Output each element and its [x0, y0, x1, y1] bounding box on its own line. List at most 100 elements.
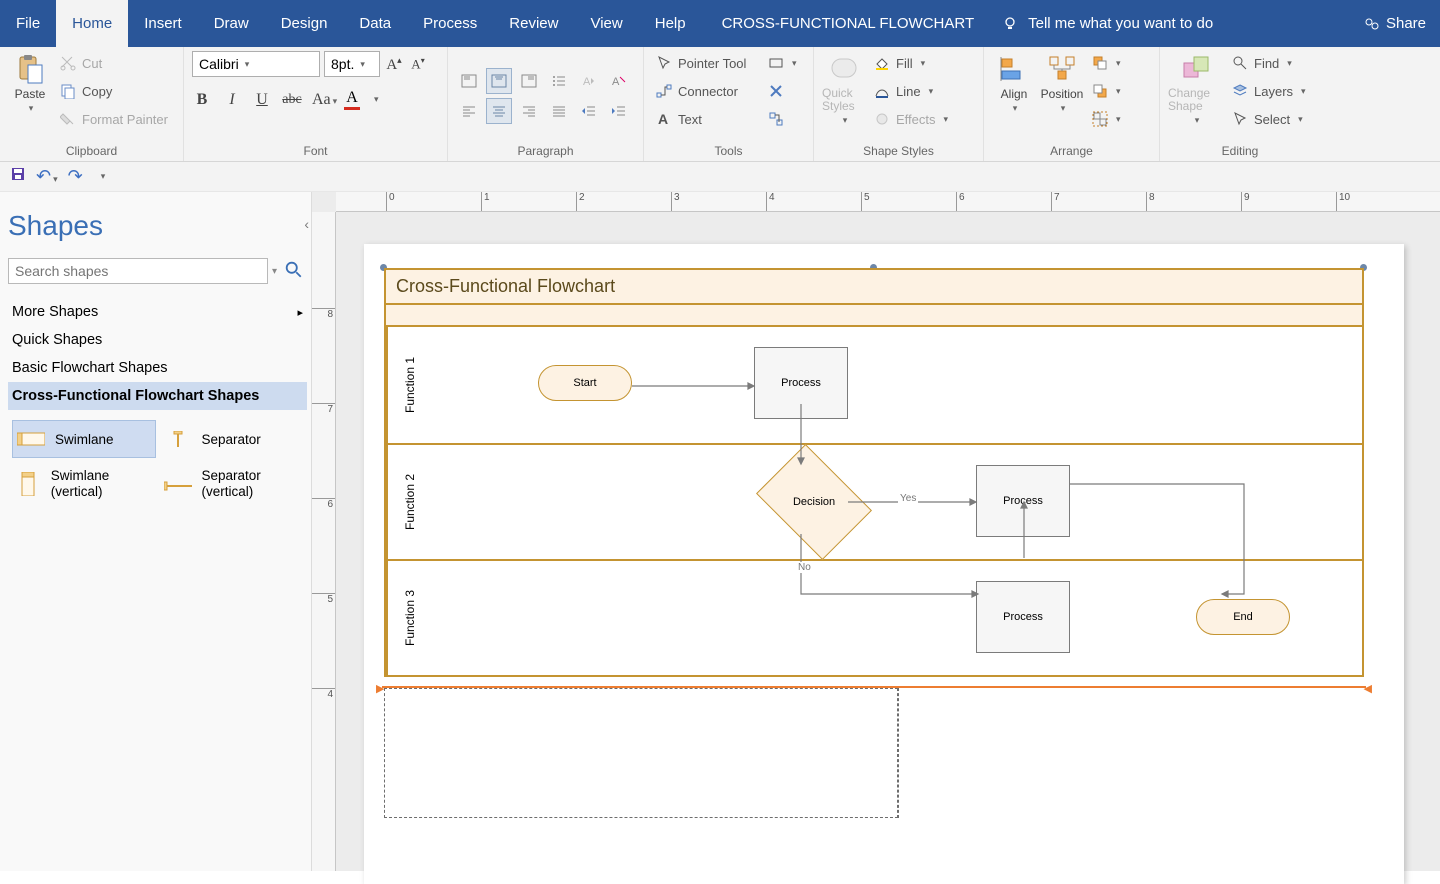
tab-insert[interactable]: Insert — [128, 0, 198, 47]
tab-design[interactable]: Design — [265, 0, 344, 47]
stencil-label: Swimlane (vertical) — [51, 468, 152, 500]
tab-process[interactable]: Process — [407, 0, 493, 47]
connector-tool-button[interactable]: Connector — [652, 79, 760, 103]
copy-button[interactable]: Copy — [56, 79, 172, 103]
text-label: Text — [678, 112, 702, 127]
align-button[interactable]: Align▾ — [992, 51, 1036, 114]
basic-flowchart-item[interactable]: Basic Flowchart Shapes — [8, 354, 307, 382]
cut-button[interactable]: Cut — [56, 51, 172, 75]
italic-button[interactable]: I — [222, 91, 242, 109]
bring-front-button[interactable]: ▾ — [1088, 51, 1125, 75]
inc-indent-button[interactable] — [606, 98, 632, 124]
save-button[interactable] — [10, 166, 26, 187]
undo-button[interactable]: ↶▾ — [36, 166, 58, 187]
search-icon — [1232, 55, 1248, 71]
text-tool-button[interactable]: A Text — [652, 107, 760, 131]
group-icon — [1092, 111, 1108, 127]
tab-view[interactable]: View — [574, 0, 638, 47]
chevron-down-icon: ▾ — [792, 58, 797, 69]
tab-review[interactable]: Review — [493, 0, 574, 47]
share-icon — [1364, 16, 1380, 32]
text-icon: A — [656, 111, 672, 127]
change-shape-label: Change Shape — [1168, 87, 1224, 113]
line-button[interactable]: Line▾ — [870, 79, 952, 103]
tell-me-input[interactable]: Tell me what you want to do — [1028, 15, 1213, 32]
send-back-button[interactable]: ▾ — [1088, 79, 1125, 103]
group-font: Calibri▾ 8pt.▾ A▴ A▾ B I U abc Aa▾ A▾ Fo… — [184, 47, 448, 161]
align-center-button[interactable] — [486, 98, 512, 124]
share-button[interactable]: Share — [1364, 15, 1426, 32]
rect-icon — [768, 55, 784, 71]
clear-button[interactable]: A — [606, 68, 632, 94]
group-button[interactable]: ▾ — [1088, 107, 1125, 131]
search-shapes-input[interactable] — [8, 258, 268, 284]
paste-label: Paste — [15, 87, 46, 101]
stencil-separator-v[interactable]: Separator (vertical) — [160, 462, 304, 506]
justify-button[interactable] — [546, 98, 572, 124]
redo-button[interactable]: ↷ — [68, 166, 83, 187]
bullets-button[interactable] — [546, 68, 572, 94]
align-right-button[interactable] — [516, 98, 542, 124]
underline-button[interactable]: U — [252, 91, 272, 109]
freeform-tool-button[interactable] — [764, 107, 801, 131]
grow-font-button[interactable]: A▴ — [384, 55, 404, 74]
select-button[interactable]: Select▾ — [1228, 107, 1310, 131]
fill-button[interactable]: Fill▾ — [870, 51, 952, 75]
drawing-page[interactable]: Cross-Functional Flowchart Function 1 St… — [364, 244, 1404, 884]
tab-file[interactable]: File — [0, 0, 56, 47]
qat-customize[interactable]: ▾ — [101, 171, 106, 182]
fill-label: Fill — [896, 56, 913, 71]
pointer-tool-button[interactable]: Pointer Tool — [652, 51, 760, 75]
change-shape-button[interactable]: Change Shape▾ — [1168, 51, 1224, 126]
bold-button[interactable]: B — [192, 91, 212, 109]
align-top-right-button[interactable] — [516, 68, 542, 94]
rect-tool-button[interactable]: ▾ — [764, 51, 801, 75]
position-button[interactable]: Position▾ — [1040, 51, 1084, 114]
tab-draw[interactable]: Draw — [198, 0, 265, 47]
line-label: Line — [896, 84, 921, 99]
find-button[interactable]: Find▾ — [1228, 51, 1310, 75]
stencil-swimlane[interactable]: Swimlane — [12, 420, 156, 458]
more-shapes-item[interactable]: More Shapes▸ — [8, 298, 307, 326]
layers-label: Layers — [1254, 84, 1293, 99]
stencil-swimlane-v[interactable]: Swimlane (vertical) — [12, 462, 156, 506]
group-label-shape-styles: Shape Styles — [822, 141, 975, 161]
chevron-down-icon[interactable]: ▾ — [272, 266, 277, 277]
paste-button[interactable]: Paste ▾ — [8, 51, 52, 114]
font-color-button[interactable]: A — [342, 89, 362, 110]
stencil-separator[interactable]: Separator — [160, 420, 304, 458]
ruler-major: 7 — [312, 403, 335, 415]
position-label: Position — [1041, 87, 1084, 101]
font-size-combo[interactable]: 8pt.▾ — [324, 51, 380, 77]
align-left-button[interactable] — [456, 98, 482, 124]
font-name-combo[interactable]: Calibri▾ — [192, 51, 320, 77]
group-label-editing: Editing — [1168, 141, 1312, 161]
cross-functional-item[interactable]: Cross-Functional Flowchart Shapes — [8, 382, 307, 410]
strike-button[interactable]: abc — [282, 92, 302, 108]
search-button[interactable] — [281, 258, 307, 284]
ruler-major: 1 — [481, 192, 490, 211]
layers-icon — [1232, 83, 1248, 99]
canvas-area[interactable]: 0 1 2 3 4 5 6 7 8 9 10 8 7 6 5 4 — [312, 192, 1440, 871]
align-top-center-button[interactable] — [486, 68, 512, 94]
line-icon — [874, 83, 890, 99]
quick-styles-button[interactable]: Quick Styles▾ — [822, 51, 866, 126]
text-direction-button[interactable]: A — [576, 68, 602, 94]
dec-indent-button[interactable] — [576, 98, 602, 124]
effects-button[interactable]: Effects▾ — [870, 107, 952, 131]
format-painter-button[interactable]: Format Painter — [56, 107, 172, 131]
group-arrange: Align▾ Position▾ ▾ ▾ ▾ Arrange — [984, 47, 1160, 161]
tab-home[interactable]: Home — [56, 0, 128, 47]
layers-button[interactable]: Layers▾ — [1228, 79, 1310, 103]
x-tool-button[interactable] — [764, 79, 801, 103]
svg-text:A: A — [583, 76, 591, 88]
tab-data[interactable]: Data — [343, 0, 407, 47]
tab-help[interactable]: Help — [639, 0, 702, 47]
align-top-left-button[interactable] — [456, 68, 482, 94]
stencil-label: Separator — [202, 432, 261, 447]
shrink-font-button[interactable]: A▾ — [408, 56, 428, 72]
ruler-major: 9 — [1241, 192, 1250, 211]
change-case-button[interactable]: Aa▾ — [312, 91, 332, 109]
collapse-pane-button[interactable]: ‹ — [304, 216, 309, 232]
quick-shapes-item[interactable]: Quick Shapes — [8, 326, 307, 354]
